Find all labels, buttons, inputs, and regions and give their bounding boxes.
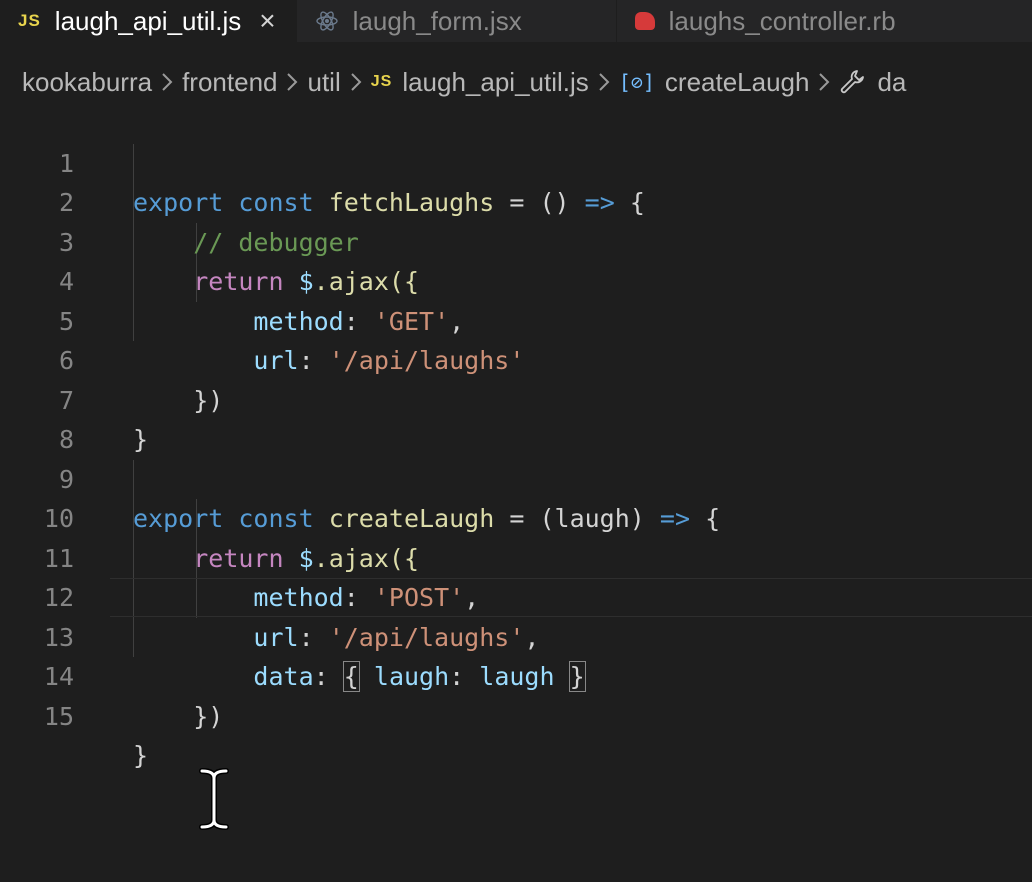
breadcrumb-item-property[interactable]: da: [877, 67, 906, 98]
chevron-right-icon: [598, 72, 610, 92]
tab-laugh-api-util[interactable]: JS laugh_api_util.js ×: [0, 0, 297, 42]
code-line: 4 method: 'GET',: [0, 223, 1032, 336]
code-line: 1 export const fetchLaughs = () => {: [0, 104, 1032, 218]
code-line: 11 method: 'POST',: [0, 499, 1032, 613]
tab-laughs-controller[interactable]: laughs_controller.rb: [617, 0, 1032, 42]
react-icon: [315, 9, 339, 33]
code-line: 5 url: '/api/laughs': [0, 262, 1032, 376]
js-file-icon: JS: [370, 73, 393, 90]
breadcrumb: kookaburra frontend util JS laugh_api_ut…: [0, 60, 1032, 104]
code-editor[interactable]: 1 export const fetchLaughs = () => { 2 /…: [0, 104, 1032, 771]
js-file-icon: JS: [18, 11, 41, 30]
chevron-right-icon: [161, 72, 173, 92]
breadcrumb-item-frontend[interactable]: frontend: [182, 67, 277, 98]
breadcrumb-item-symbol[interactable]: createLaugh: [665, 67, 810, 98]
tab-label: laughs_controller.rb: [668, 5, 896, 36]
code-line: 3 return $.ajax({: [0, 183, 1032, 297]
wrench-icon: [839, 68, 867, 96]
line-number: 15: [43, 701, 74, 731]
code-line: 12 url: '/api/laughs',: [0, 539, 1032, 652]
chevron-right-icon: [818, 72, 830, 92]
tab-label: laugh_api_util.js: [54, 5, 242, 36]
code-line: 13 data: { laugh: laugh }: [0, 578, 1032, 692]
chevron-right-icon: [350, 72, 362, 92]
code-line: 2 // debugger: [0, 144, 1032, 257]
code-line: 7 }: [0, 341, 1032, 455]
variable-symbol-icon: [⊘]: [618, 70, 655, 94]
editor-tab-bar: JS laugh_api_util.js × laugh_form.jsx la…: [0, 0, 1032, 42]
breadcrumb-item-util[interactable]: util: [307, 67, 340, 98]
code-line: 10 return $.ajax({: [0, 460, 1032, 573]
code-line: 9 export const createLaugh = (laugh) => …: [0, 420, 1032, 534]
tab-label: laugh_form.jsx: [352, 5, 522, 36]
code-line: 14 }): [0, 618, 1032, 731]
code-line: 15 }: [0, 657, 1032, 771]
breadcrumb-item-file[interactable]: laugh_api_util.js: [402, 67, 588, 98]
close-icon[interactable]: ×: [259, 7, 275, 35]
ruby-icon: [634, 12, 655, 30]
tab-laugh-form[interactable]: laugh_form.jsx: [297, 0, 617, 42]
chevron-right-icon: [286, 72, 298, 92]
text-cursor-icon: [198, 768, 230, 835]
breadcrumb-item-kookaburra[interactable]: kookaburra: [22, 67, 152, 98]
code-line: 8: [0, 381, 1032, 454]
code-line: 6 }): [0, 302, 1032, 415]
